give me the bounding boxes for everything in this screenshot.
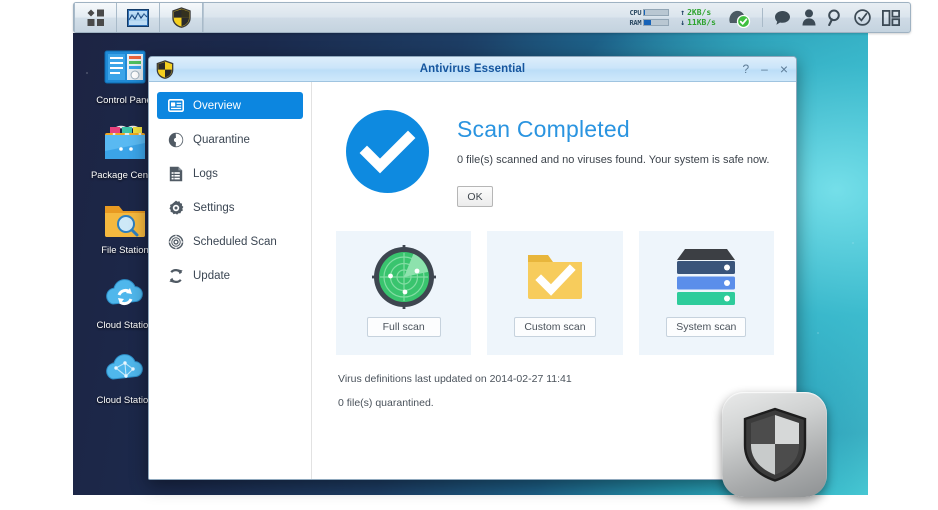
update-status-icon[interactable] [727, 8, 751, 28]
taskbar-app-buttons [74, 3, 203, 32]
system-scan-button[interactable]: System scan [666, 317, 746, 337]
quarantine-icon [167, 131, 184, 148]
antivirus-shield-logo [722, 392, 827, 497]
update-refresh-icon [167, 267, 184, 284]
ram-label: RAM [630, 19, 642, 27]
cpu-label: CPU [630, 9, 642, 17]
sidebar-item-label: Quarantine [193, 134, 250, 146]
sidebar-item-logs[interactable]: Logs [157, 160, 303, 187]
widgets-icon[interactable] [882, 10, 900, 26]
sidebar-item-overview[interactable]: Overview [157, 92, 303, 119]
resource-monitor-icon [127, 9, 149, 27]
main-menu-icon [86, 8, 106, 28]
sidebar-item-quarantine[interactable]: Quarantine [157, 126, 303, 153]
taskbar-button-resource-monitor[interactable] [117, 3, 160, 32]
taskbar-tray: CPU RAM ↑2KB/s ↓11KB/s [630, 3, 910, 32]
antivirus-window: Antivirus Essential ? – × [148, 56, 797, 480]
ok-button[interactable]: OK [457, 186, 493, 207]
scan-options: Full scan Custom scan [336, 231, 774, 355]
scan-card-system[interactable]: System scan [639, 231, 774, 355]
sidebar-item-label: Update [193, 270, 230, 282]
sidebar-item-label: Logs [193, 168, 218, 180]
download-arrow-icon: ↓ [680, 19, 685, 27]
close-button[interactable]: × [780, 63, 788, 75]
upload-arrow-icon: ↑ [680, 9, 685, 17]
sidebar-item-update[interactable]: Update [157, 262, 303, 289]
full-scan-button[interactable]: Full scan [367, 317, 441, 337]
cpu-bar [643, 9, 669, 16]
footnotes: Virus definitions last updated on 2014-0… [336, 373, 774, 409]
taskbar: CPU RAM ↑2KB/s ↓11KB/s [73, 2, 911, 33]
screenshot-root: Control Panel Package Center [0, 0, 938, 510]
scan-card-custom[interactable]: Custom scan [487, 231, 622, 355]
search-icon[interactable] [827, 9, 843, 26]
scan-card-full[interactable]: Full scan [336, 231, 471, 355]
scan-status-title: Scan Completed [457, 116, 769, 143]
taskbar-button-antivirus-essential[interactable] [160, 3, 203, 32]
cloud-station-sync-icon [102, 271, 148, 317]
file-station-icon [102, 196, 148, 242]
window-title: Antivirus Essential [149, 63, 796, 75]
sidebar-item-label: Scheduled Scan [193, 236, 277, 248]
window-shield-icon [156, 60, 174, 78]
quarantine-count-note: 0 file(s) quarantined. [338, 397, 774, 409]
ram-bar [643, 19, 669, 26]
folder-check-icon [523, 245, 587, 309]
network-speed-widget[interactable]: ↑2KB/s ↓11KB/s [680, 9, 716, 27]
overview-icon [167, 97, 184, 114]
sidebar-item-label: Overview [193, 100, 241, 112]
user-icon[interactable] [802, 9, 816, 26]
sidebar-item-scheduled-scan[interactable]: Scheduled Scan [157, 228, 303, 255]
scan-status-section: Scan Completed 0 file(s) scanned and no … [336, 104, 774, 207]
control-panel-icon [102, 46, 148, 92]
sidebar-item-label: Settings [193, 202, 235, 214]
pilot-view-icon[interactable] [854, 9, 871, 26]
taskbar-button-main-menu[interactable] [74, 3, 117, 32]
logs-icon [167, 165, 184, 182]
resource-monitor-widget[interactable]: CPU RAM [630, 9, 670, 27]
package-center-icon [102, 121, 148, 167]
download-speed: 11KB/s [687, 19, 716, 27]
settings-gear-icon [167, 199, 184, 216]
shield-icon [172, 7, 191, 28]
minimize-button[interactable]: – [761, 63, 768, 75]
scan-status-description: 0 file(s) scanned and no viruses found. … [457, 154, 769, 166]
cloud-station-icon [102, 346, 148, 392]
server-stack-icon [672, 245, 740, 309]
custom-scan-button[interactable]: Custom scan [514, 317, 595, 337]
upload-speed: 2KB/s [687, 9, 711, 17]
taskbar-empty-area [203, 3, 630, 32]
scan-success-check-icon [346, 110, 429, 193]
scheduled-scan-icon [167, 233, 184, 250]
window-titlebar[interactable]: Antivirus Essential ? – × [149, 57, 796, 82]
radar-icon [372, 245, 436, 309]
tray-divider [762, 8, 763, 27]
definitions-updated-note: Virus definitions last updated on 2014-0… [338, 373, 774, 385]
sidebar-item-settings[interactable]: Settings [157, 194, 303, 221]
sidebar: Overview Quarantine [149, 82, 312, 480]
help-button[interactable]: ? [742, 63, 749, 75]
notification-icon[interactable] [774, 10, 791, 26]
